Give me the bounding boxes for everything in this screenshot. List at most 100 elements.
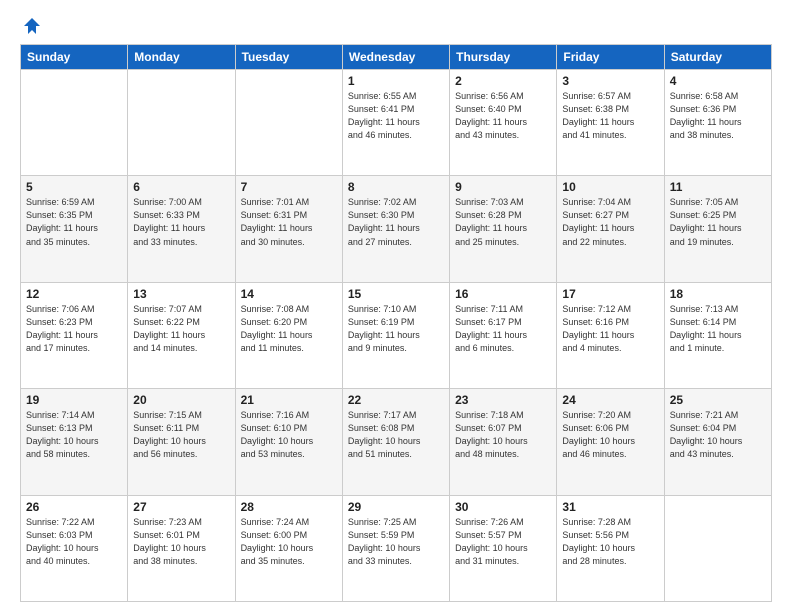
day-number: 5: [26, 180, 122, 194]
day-number: 12: [26, 287, 122, 301]
day-info: Sunrise: 7:14 AM Sunset: 6:13 PM Dayligh…: [26, 409, 122, 461]
table-row: 29 Sunrise: 7:25 AM Sunset: 5:59 PM Dayli…: [342, 495, 449, 601]
header: [20, 16, 772, 36]
day-info: Sunrise: 6:59 AM Sunset: 6:35 PM Dayligh…: [26, 196, 122, 248]
day-info: Sunrise: 7:15 AM Sunset: 6:11 PM Dayligh…: [133, 409, 229, 461]
table-row: 18 Sunrise: 7:13 AM Sunset: 6:14 PM Dayli…: [664, 282, 771, 388]
day-info: Sunrise: 7:05 AM Sunset: 6:25 PM Dayligh…: [670, 196, 766, 248]
col-sunday: Sunday: [21, 45, 128, 70]
day-number: 6: [133, 180, 229, 194]
day-number: 17: [562, 287, 658, 301]
day-number: 21: [241, 393, 337, 407]
table-row: 16 Sunrise: 7:11 AM Sunset: 6:17 PM Dayli…: [450, 282, 557, 388]
day-number: 10: [562, 180, 658, 194]
col-saturday: Saturday: [664, 45, 771, 70]
day-number: 3: [562, 74, 658, 88]
day-info: Sunrise: 7:13 AM Sunset: 6:14 PM Dayligh…: [670, 303, 766, 355]
day-number: 9: [455, 180, 551, 194]
day-number: 23: [455, 393, 551, 407]
calendar-week-row: 1Sunrise: 6:55 AM Sunset: 6:41 PM Daylig…: [21, 70, 772, 176]
table-row: 24 Sunrise: 7:20 AM Sunset: 6:06 PM Dayli…: [557, 389, 664, 495]
day-info: Sunrise: 7:21 AM Sunset: 6:04 PM Dayligh…: [670, 409, 766, 461]
day-number: 20: [133, 393, 229, 407]
table-row: 14 Sunrise: 7:08 AM Sunset: 6:20 PM Dayli…: [235, 282, 342, 388]
day-info: Sunrise: 7:12 AM Sunset: 6:16 PM Dayligh…: [562, 303, 658, 355]
day-number: 27: [133, 500, 229, 514]
table-row: 15 Sunrise: 7:10 AM Sunset: 6:19 PM Dayli…: [342, 282, 449, 388]
day-number: 2: [455, 74, 551, 88]
day-number: 4: [670, 74, 766, 88]
col-thursday: Thursday: [450, 45, 557, 70]
day-info: Sunrise: 7:11 AM Sunset: 6:17 PM Dayligh…: [455, 303, 551, 355]
table-row: 12 Sunrise: 7:06 AM Sunset: 6:23 PM Dayli…: [21, 282, 128, 388]
day-info: Sunrise: 7:26 AM Sunset: 5:57 PM Dayligh…: [455, 516, 551, 568]
day-info: Sunrise: 6:58 AM Sunset: 6:36 PM Dayligh…: [670, 90, 766, 142]
day-number: 22: [348, 393, 444, 407]
col-friday: Friday: [557, 45, 664, 70]
table-row: 20 Sunrise: 7:15 AM Sunset: 6:11 PM Dayli…: [128, 389, 235, 495]
logo-icon: [22, 16, 42, 36]
table-row: 17 Sunrise: 7:12 AM Sunset: 6:16 PM Dayli…: [557, 282, 664, 388]
table-row: [128, 70, 235, 176]
table-row: [21, 70, 128, 176]
day-number: 30: [455, 500, 551, 514]
day-number: 14: [241, 287, 337, 301]
table-row: 11 Sunrise: 7:05 AM Sunset: 6:25 PM Dayli…: [664, 176, 771, 282]
calendar-week-row: 19 Sunrise: 7:14 AM Sunset: 6:13 PM Dayli…: [21, 389, 772, 495]
table-row: 27 Sunrise: 7:23 AM Sunset: 6:01 PM Dayli…: [128, 495, 235, 601]
day-number: 1: [348, 74, 444, 88]
day-number: 7: [241, 180, 337, 194]
day-info: Sunrise: 7:25 AM Sunset: 5:59 PM Dayligh…: [348, 516, 444, 568]
day-info: Sunrise: 7:04 AM Sunset: 6:27 PM Dayligh…: [562, 196, 658, 248]
table-row: 2 Sunrise: 6:56 AM Sunset: 6:40 PM Daylig…: [450, 70, 557, 176]
table-row: 19 Sunrise: 7:14 AM Sunset: 6:13 PM Dayli…: [21, 389, 128, 495]
table-row: 22 Sunrise: 7:17 AM Sunset: 6:08 PM Dayli…: [342, 389, 449, 495]
table-row: 13Sunrise: 7:07 AM Sunset: 6:22 PM Dayli…: [128, 282, 235, 388]
day-number: 26: [26, 500, 122, 514]
day-number: 28: [241, 500, 337, 514]
day-number: 15: [348, 287, 444, 301]
table-row: 4 Sunrise: 6:58 AM Sunset: 6:36 PM Daylig…: [664, 70, 771, 176]
day-info: Sunrise: 7:28 AM Sunset: 5:56 PM Dayligh…: [562, 516, 658, 568]
col-monday: Monday: [128, 45, 235, 70]
day-info: Sunrise: 7:18 AM Sunset: 6:07 PM Dayligh…: [455, 409, 551, 461]
day-info: Sunrise: 7:10 AM Sunset: 6:19 PM Dayligh…: [348, 303, 444, 355]
day-number: 31: [562, 500, 658, 514]
day-info: Sunrise: 7:06 AM Sunset: 6:23 PM Dayligh…: [26, 303, 122, 355]
table-row: 21 Sunrise: 7:16 AM Sunset: 6:10 PM Dayli…: [235, 389, 342, 495]
day-info: Sunrise: 6:57 AM Sunset: 6:38 PM Dayligh…: [562, 90, 658, 142]
table-row: 8 Sunrise: 7:02 AM Sunset: 6:30 PM Daylig…: [342, 176, 449, 282]
table-row: 31 Sunrise: 7:28 AM Sunset: 5:56 PM Dayli…: [557, 495, 664, 601]
day-number: 29: [348, 500, 444, 514]
day-info: Sunrise: 7:08 AM Sunset: 6:20 PM Dayligh…: [241, 303, 337, 355]
table-row: 1Sunrise: 6:55 AM Sunset: 6:41 PM Daylig…: [342, 70, 449, 176]
table-row: [664, 495, 771, 601]
day-info: Sunrise: 6:56 AM Sunset: 6:40 PM Dayligh…: [455, 90, 551, 142]
calendar-week-row: 26 Sunrise: 7:22 AM Sunset: 6:03 PM Dayli…: [21, 495, 772, 601]
table-row: 3 Sunrise: 6:57 AM Sunset: 6:38 PM Daylig…: [557, 70, 664, 176]
day-number: 19: [26, 393, 122, 407]
table-row: 6 Sunrise: 7:00 AM Sunset: 6:33 PM Daylig…: [128, 176, 235, 282]
table-row: 25 Sunrise: 7:21 AM Sunset: 6:04 PM Dayli…: [664, 389, 771, 495]
day-number: 13: [133, 287, 229, 301]
day-number: 11: [670, 180, 766, 194]
day-info: Sunrise: 7:03 AM Sunset: 6:28 PM Dayligh…: [455, 196, 551, 248]
day-info: Sunrise: 7:00 AM Sunset: 6:33 PM Dayligh…: [133, 196, 229, 248]
day-number: 16: [455, 287, 551, 301]
day-info: Sunrise: 7:17 AM Sunset: 6:08 PM Dayligh…: [348, 409, 444, 461]
table-row: 23 Sunrise: 7:18 AM Sunset: 6:07 PM Dayli…: [450, 389, 557, 495]
calendar-week-row: 5 Sunrise: 6:59 AM Sunset: 6:35 PM Daylig…: [21, 176, 772, 282]
day-info: Sunrise: 7:22 AM Sunset: 6:03 PM Dayligh…: [26, 516, 122, 568]
day-number: 25: [670, 393, 766, 407]
day-number: 24: [562, 393, 658, 407]
day-info: Sunrise: 7:16 AM Sunset: 6:10 PM Dayligh…: [241, 409, 337, 461]
day-number: 18: [670, 287, 766, 301]
day-number: 8: [348, 180, 444, 194]
day-info: Sunrise: 7:20 AM Sunset: 6:06 PM Dayligh…: [562, 409, 658, 461]
table-row: 26 Sunrise: 7:22 AM Sunset: 6:03 PM Dayli…: [21, 495, 128, 601]
day-info: Sunrise: 7:02 AM Sunset: 6:30 PM Dayligh…: [348, 196, 444, 248]
day-info: Sunrise: 7:24 AM Sunset: 6:00 PM Dayligh…: [241, 516, 337, 568]
day-info: Sunrise: 7:01 AM Sunset: 6:31 PM Dayligh…: [241, 196, 337, 248]
day-info: Sunrise: 7:23 AM Sunset: 6:01 PM Dayligh…: [133, 516, 229, 568]
calendar-table: Sunday Monday Tuesday Wednesday Thursday…: [20, 44, 772, 602]
